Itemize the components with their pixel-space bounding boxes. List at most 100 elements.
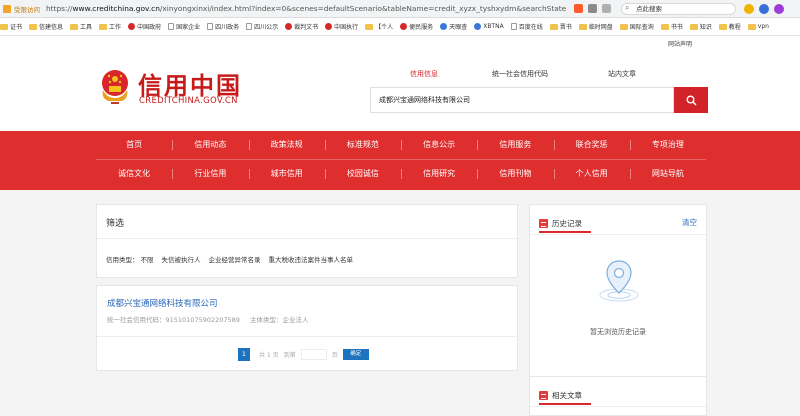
articles-icon [539,391,548,400]
search-tab-credit-info[interactable]: 信用信息 [410,69,438,79]
dropdown-icon[interactable] [602,4,611,13]
search-tab-social-code[interactable]: 统一社会信用代码 [492,69,548,79]
history-title: 历史记录 [552,219,582,228]
result-company-link[interactable]: 成都兴宝通网络科技有限公司 [107,297,218,309]
related-title-underline [539,403,591,405]
folder-icon [70,23,79,30]
nav-item[interactable]: 行业信用 [172,160,248,187]
bookmark-item[interactable]: 国际查询 [619,22,654,31]
nav-item[interactable]: 诚信文化 [96,160,172,187]
bookmark-item[interactable]: 四川政务 [207,22,239,31]
bookmark-item[interactable]: 知识 [689,22,712,31]
page-jump-input[interactable] [300,349,327,360]
bookmark-label: 百度在线 [518,24,543,31]
nav-item[interactable]: 政策法规 [248,131,325,158]
national-emblem-icon [102,70,128,104]
bookmark-item[interactable]: 四川公示 [246,22,278,31]
bookmark-item[interactable]: 证书 [0,22,22,31]
nav-item[interactable]: 个人信用 [553,160,630,187]
emblem-icon [325,23,333,30]
bookmark-item[interactable]: 便民服务 [400,22,433,31]
related-header: 相关文章 [539,390,582,401]
folder-icon [689,23,698,30]
filter-title: 筛选 [106,219,125,229]
bookmark-label: 便民服务 [409,24,434,31]
bookmark-item[interactable]: 【个人 [365,22,393,31]
bookmark-star-icon[interactable] [588,4,597,13]
bookmark-item[interactable]: 工具 [70,22,92,31]
bookmark-item[interactable]: 教程 [718,22,741,31]
bookmark-item[interactable]: 书书 [660,22,683,31]
globe-icon [440,23,448,30]
site-search-input[interactable]: 成都兴宝通网络科技有限公司 [370,87,674,113]
search-tab-articles[interactable]: 站内文章 [608,69,636,79]
bookmark-label: XBTNA [483,23,504,30]
nav-item[interactable]: 城市信用 [248,160,325,187]
bookmark-label: 信建信息 [39,24,64,31]
nav-item[interactable]: 信用研究 [401,160,477,187]
search-icon [686,95,696,105]
empty-location-icon [599,260,639,302]
filter-option-all[interactable]: 不限 [141,254,154,264]
history-empty-text: 暂无浏览历史记录 [590,328,646,336]
extension-icon[interactable] [744,3,754,14]
extension-icon[interactable] [759,3,769,14]
page-number-button[interactable]: 1 [238,348,250,361]
lock-icon[interactable] [3,4,11,13]
nav-item[interactable]: 信用服务 [477,131,553,158]
filter-option-dishonest[interactable]: 失信被执行人 [162,254,201,264]
bookmark-item[interactable]: 晋书 [549,22,572,31]
bookmark-label: 四川公示 [254,24,279,31]
bookmark-item[interactable]: 裁判文书 [285,22,318,31]
bookmark-label: 天眼查 [449,24,468,31]
extension-icon[interactable] [774,3,784,14]
folder-icon [718,23,727,30]
nav-item[interactable]: 信用刊物 [477,160,553,187]
nav-item[interactable]: 信息公示 [401,131,477,158]
bookmark-item[interactable]: 国家企业 [168,22,200,31]
clear-history-button[interactable]: 清空 [682,217,697,228]
filter-panel: 筛选 信用类型： 不限 失信被执行人 企业经营异常名录 重大税收违法案件当事人名… [96,204,518,278]
bookmark-item[interactable]: 天眼查 [440,22,467,31]
pagination: 1 共 1 页 到第 页 确定 [238,348,369,361]
folder-icon [0,23,8,30]
browser-search-input[interactable]: 点此搜索 [621,2,736,15]
site-header: 网站声明 信用中国 CREDITCHINA.GOV.CN 信用信息 统一社会信用… [0,36,800,131]
bookmark-label: 临时网盘 [588,24,613,31]
subject-type: 企业法人 [282,316,309,324]
filter-option-abnormal[interactable]: 企业经营异常名录 [209,254,261,264]
bookmark-label: 国家企业 [176,24,201,31]
bookmark-label: 工作 [109,24,122,31]
page-jump-confirm-button[interactable]: 确定 [342,349,369,360]
nav-item[interactable]: 网站导航 [629,160,706,187]
nav-item[interactable]: 信用动态 [172,131,248,158]
nav-item[interactable]: 标准规范 [324,131,401,158]
nav-item[interactable]: 首页 [96,131,172,158]
bookmark-item[interactable]: vpn [747,23,769,30]
folder-icon [29,23,38,30]
reader-icon[interactable] [574,4,583,13]
filter-option-tax-violation[interactable]: 重大税收违法案件当事人名单 [269,254,354,264]
folder-icon [747,23,756,30]
pager-goto-label: 到第 [283,352,296,359]
page-icon [168,23,175,30]
bookmark-item[interactable]: 中国政府 [128,22,161,31]
bookmark-item[interactable]: 百度在线 [510,22,543,31]
browser-address-bar: 受限访问 https://www.creditchina.gov.cn/xiny… [0,0,800,18]
bookmark-item[interactable]: 中国执行 [325,22,358,31]
history-panel: 历史记录 清空 暂无浏览历史记录 [529,204,707,394]
bookmark-item[interactable]: XBTNA [474,23,504,30]
filter-type-label: 信用类型： [106,256,139,264]
folder-icon [365,23,374,30]
creditchina-page: 网站声明 信用中国 CREDITCHINA.GOV.CN 信用信息 统一社会信用… [0,36,800,416]
bookmark-item[interactable]: 信建信息 [29,22,63,31]
bookmark-item[interactable]: 工作 [99,22,121,31]
secure-label[interactable]: 受限访问 [14,4,40,14]
nav-item[interactable]: 专项治理 [629,131,706,158]
help-link[interactable]: 网站声明 [668,39,692,48]
url-input[interactable]: https://www.creditchina.gov.cn/xinyongxi… [46,4,566,13]
nav-item[interactable]: 联合奖惩 [553,131,630,158]
bookmark-item[interactable]: 临时网盘 [578,22,613,31]
nav-item[interactable]: 校园诚信 [324,160,401,187]
search-button[interactable] [674,87,708,113]
